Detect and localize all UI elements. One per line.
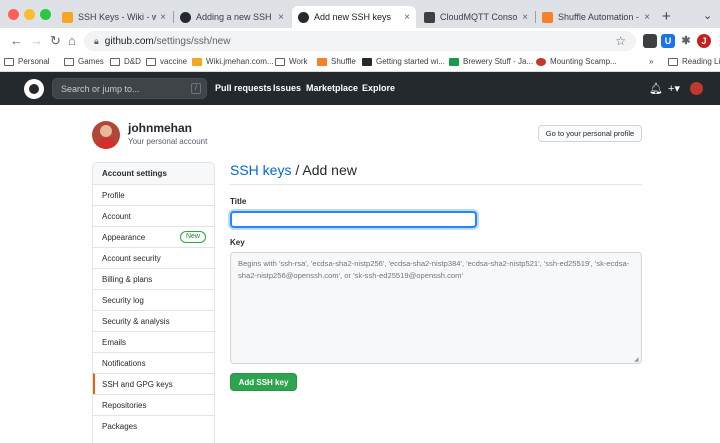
bookmark-personal[interactable]: Personal	[4, 57, 50, 66]
bookmark-dnd[interactable]: D&D	[110, 57, 141, 66]
github-favicon-icon	[180, 11, 191, 23]
key-label: Key	[230, 238, 245, 247]
avatar[interactable]	[92, 121, 120, 149]
nav-explore[interactable]: Explore	[362, 83, 395, 93]
reading-list-icon	[668, 57, 678, 66]
tab-search-icon[interactable]: ⌄	[703, 9, 712, 22]
tab-close-icon[interactable]: ×	[644, 12, 650, 23]
sidebar-item-profile[interactable]: Profile	[93, 184, 214, 205]
key-textarea[interactable]	[230, 252, 642, 364]
bookmark-shuffle[interactable]: Shuffle	[317, 57, 356, 66]
cloudmqtt-favicon-icon	[424, 11, 435, 23]
sidebar-item-repositories[interactable]: Repositories	[93, 394, 214, 415]
title-input[interactable]	[230, 211, 477, 228]
sidebar-item-ssh-gpg-keys[interactable]: SSH and GPG keys	[93, 373, 214, 394]
browser-tab-2-active[interactable]: Add new SSH keys ×	[292, 6, 416, 28]
new-badge: New	[179, 231, 206, 243]
textarea-resize-handle[interactable]: ◢	[634, 356, 639, 363]
github-header: Search or jump to... / Pull requests Iss…	[0, 72, 720, 105]
folder-icon	[275, 57, 285, 66]
sidebar-item-packages[interactable]: Packages	[93, 415, 214, 436]
github-favicon-icon	[298, 11, 309, 23]
bookmark-brewery-stuff[interactable]: Brewery Stuff - Ja...	[449, 57, 533, 66]
add-ssh-key-button[interactable]: Add SSH key	[230, 373, 297, 391]
page-title: SSH keys / Add new	[230, 162, 357, 178]
nav-pull-requests[interactable]: Pull requests	[215, 83, 272, 93]
forward-arrow-icon[interactable]: →	[30, 33, 43, 48]
extension-icon[interactable]	[643, 34, 657, 48]
heading-divider	[230, 184, 642, 185]
sidebar-item-appearance[interactable]: Appearance New	[93, 226, 214, 247]
sidebar-item-security-analysis[interactable]: Security & analysis	[93, 310, 214, 331]
bookmark-games[interactable]: Games	[64, 57, 104, 66]
profile-avatar-icon[interactable]: J	[697, 34, 711, 48]
extensions-puzzle-icon[interactable]: ✱	[679, 34, 693, 48]
sidebar-item-security-log[interactable]: Security log	[93, 289, 214, 310]
window-maximize-button[interactable]	[40, 9, 51, 20]
folder-icon	[64, 57, 74, 66]
sidebar-header: Account settings	[93, 163, 214, 184]
browser-tab-1[interactable]: Adding a new SSH key to y ×	[174, 6, 290, 28]
bookmark-work[interactable]: Work	[275, 57, 308, 66]
bookmark-vaccine[interactable]: vaccine	[146, 57, 187, 66]
wiki-favicon-icon	[62, 11, 73, 23]
browser-tab-4[interactable]: Shuffle Automation - An O ×	[536, 6, 656, 28]
go-to-profile-button[interactable]: Go to your personal profile	[538, 125, 642, 142]
user-avatar-menu[interactable]	[690, 82, 703, 95]
ssh-keys-breadcrumb-link[interactable]: SSH keys	[230, 162, 291, 178]
browser-toolbar: ← → ↻ ⌂ 🔒︎ github.com/settings/ssh/new ☆…	[0, 28, 720, 54]
github-logo-icon[interactable]	[24, 79, 44, 99]
sidebar-item-account[interactable]: Account	[93, 205, 214, 226]
home-icon[interactable]: ⌂	[68, 33, 76, 48]
username-heading[interactable]: johnmehan	[128, 121, 192, 135]
reload-icon[interactable]: ↻	[50, 33, 61, 49]
tab-close-icon[interactable]: ×	[278, 12, 284, 23]
nav-issues[interactable]: Issues	[273, 83, 301, 93]
create-new-plus-icon[interactable]: +▾	[668, 82, 680, 95]
tab-close-icon[interactable]: ×	[522, 12, 528, 23]
shuffle-favicon-icon	[317, 57, 327, 66]
sidebar-item-account-security[interactable]: Account security	[93, 247, 214, 268]
window-minimize-button[interactable]	[24, 9, 35, 20]
new-tab-button[interactable]: +	[662, 8, 671, 25]
sidebar-item-billing[interactable]: Billing & plans	[93, 268, 214, 289]
github-favicon-icon	[362, 57, 372, 66]
folder-icon	[110, 57, 120, 66]
browser-tab-strip: SSH Keys - Wiki - wiki.jme × Adding a ne…	[0, 0, 720, 28]
folder-icon	[4, 57, 14, 66]
window-close-button[interactable]	[8, 9, 19, 20]
github-search-input[interactable]: Search or jump to... /	[52, 78, 207, 99]
search-shortcut-hint: /	[191, 83, 201, 94]
nav-marketplace[interactable]: Marketplace	[306, 83, 358, 93]
sidebar-item-notifications[interactable]: Notifications	[93, 352, 214, 373]
sidebar-item-emails[interactable]: Emails	[93, 331, 214, 352]
back-arrow-icon[interactable]: ←	[10, 33, 23, 48]
site-favicon-icon	[536, 57, 546, 66]
settings-sidebar: Account settings Profile Account Appeara…	[92, 162, 215, 443]
lock-icon: 🔒︎	[94, 35, 99, 46]
extension-u-icon[interactable]: U	[661, 34, 675, 48]
bookmark-wiki[interactable]: Wiki.jmehan.com...	[192, 57, 274, 66]
shuffle-favicon-icon	[542, 11, 553, 23]
browser-menu-icon[interactable]: ⋮	[714, 33, 720, 49]
tab-close-icon[interactable]: ×	[404, 12, 410, 23]
tab-close-icon[interactable]: ×	[160, 12, 166, 23]
wiki-favicon-icon	[192, 57, 202, 66]
browser-tab-3[interactable]: CloudMQTT Console mikh ×	[418, 6, 534, 28]
folder-icon	[146, 57, 156, 66]
reading-list-button[interactable]: Reading List	[668, 57, 720, 66]
bookmark-star-icon[interactable]: ☆	[615, 34, 626, 48]
address-bar[interactable]: 🔒︎ github.com/settings/ssh/new ☆	[84, 31, 636, 51]
bookmarks-overflow-button[interactable]: »	[649, 57, 653, 66]
bookmark-getting-started[interactable]: Getting started wi...	[362, 57, 445, 66]
bookmark-mounting-scamp[interactable]: Mounting Scamp...	[536, 57, 617, 66]
notifications-bell-icon[interactable]: 🔔︎	[649, 82, 663, 95]
browser-tab-0[interactable]: SSH Keys - Wiki - wiki.jme ×	[56, 6, 172, 28]
title-label: Title	[230, 197, 247, 206]
bookmarks-bar: Personal Games D&D vaccine Wiki.jmehan.c…	[0, 54, 720, 72]
sheets-favicon-icon	[449, 57, 459, 66]
account-type-label: Your personal account	[128, 137, 208, 146]
